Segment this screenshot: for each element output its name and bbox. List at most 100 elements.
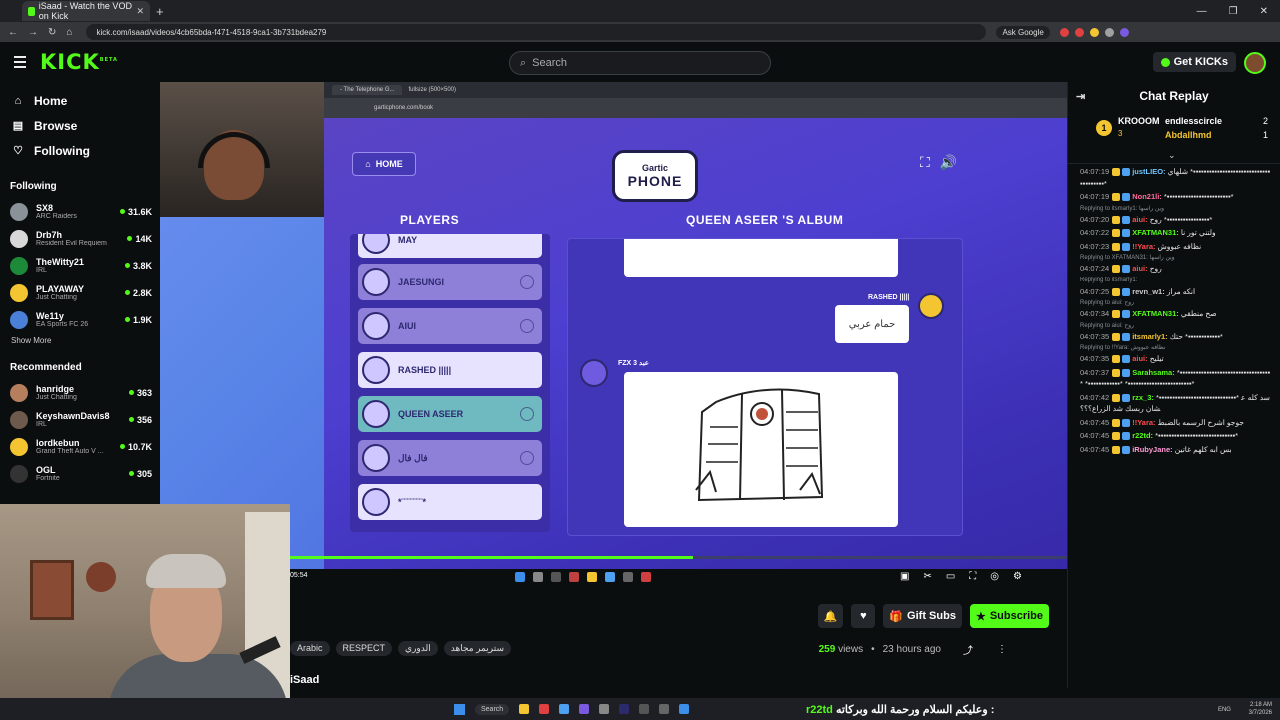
chat-username[interactable]: XFATMAN31: <box>1132 309 1179 318</box>
chat-reply-context: Replying to !!Yara: نظافه عبووش <box>1080 345 1166 351</box>
app-icon[interactable] <box>639 704 650 714</box>
live-dot-icon <box>128 471 134 476</box>
chat-username[interactable]: revn_w1: <box>1132 287 1165 296</box>
fullscreen-icon[interactable]: ⛶ <box>969 571 976 582</box>
extension-icon[interactable] <box>1074 27 1084 37</box>
settings-icon[interactable]: ⚙ <box>1013 571 1022 582</box>
windows-start-icon[interactable] <box>454 703 465 715</box>
user-avatar[interactable] <box>1244 52 1266 74</box>
video-player[interactable]: - The Telephone G... fullsize (500×500) … <box>160 82 1067 582</box>
chat-text: صح منطقي <box>1180 309 1217 318</box>
chat-username[interactable]: !!Yara: <box>1132 418 1155 427</box>
chat-username[interactable]: aiui: <box>1132 354 1147 363</box>
back-icon[interactable]: ← <box>8 27 18 38</box>
sidebar-item-browse[interactable]: ▤ Browse <box>0 113 160 138</box>
extensions <box>1059 27 1129 37</box>
sidebar-channel-following[interactable]: PLAYAWAY Just Chatting 2.8K <box>0 279 160 306</box>
more-icon[interactable]: ⋮ <box>997 644 1007 655</box>
extension-icon[interactable] <box>1089 27 1099 37</box>
sidebar-channel-following[interactable]: We11y EA Sports FC 26 1.9K <box>0 306 160 333</box>
maximize-icon[interactable]: ❐ <box>1229 6 1238 17</box>
sidebar-channel-following[interactable]: Drb7h Resident Evil Requiem 14K <box>0 225 160 252</box>
show-more-link[interactable]: Show More <box>0 333 160 348</box>
pip-icon[interactable]: ▣ <box>900 571 909 582</box>
player-row: QUEEN ASEER <box>358 396 542 432</box>
sidebar-channel-following[interactable]: TheWitty21 IRL 3.8K <box>0 252 160 279</box>
home-browser-icon[interactable]: ⌂ <box>66 27 72 38</box>
steam-icon[interactable] <box>599 704 610 714</box>
url-field[interactable]: kick.com/isaad/videos/4cb65bda-f471-4518… <box>86 24 987 40</box>
app-icon[interactable] <box>579 704 590 714</box>
close-window-icon[interactable]: ✕ <box>1260 6 1268 17</box>
chat-username[interactable]: Sarahsama: <box>1132 368 1175 377</box>
player-row: *¨¨¨¨¨¨¨* <box>358 484 542 520</box>
sidebar-channel-recommended[interactable]: OGL Fortnite 305 <box>0 460 160 487</box>
gift-icon: 🎁 <box>889 610 904 623</box>
collapse-chat-icon[interactable]: ⇥ <box>1076 90 1085 103</box>
sidebar-item-home[interactable]: ⌂ Home <box>0 88 160 113</box>
sidebar-channel-recommended[interactable]: lordkebun Grand Theft Auto V ... 10.7K <box>0 433 160 460</box>
chat-username[interactable]: !!Yara: <box>1132 242 1155 251</box>
sidebar-channel-following[interactable]: SX8 ARC Raiders 31.6K <box>0 198 160 225</box>
profile-icon[interactable] <box>1119 27 1129 37</box>
taskbar-search[interactable]: Search <box>475 703 510 715</box>
folder-icon[interactable] <box>519 704 530 714</box>
chat-username[interactable]: itsmarly1: <box>1132 332 1167 341</box>
minimize-icon[interactable]: — <box>1197 6 1207 17</box>
home-icon: ⌂ <box>365 159 371 169</box>
video-progress-bar[interactable] <box>288 556 1067 559</box>
channel-avatar <box>10 202 28 221</box>
sidebar-channel-recommended[interactable]: KeyshawnDavis8 IRL 356 <box>0 406 160 433</box>
tag-chip[interactable]: Arabic <box>290 641 330 656</box>
chat-username[interactable]: Non21li: <box>1132 192 1162 201</box>
extension-icon[interactable] <box>1059 27 1069 37</box>
fzx-name: FZX 3 عبد <box>618 360 649 367</box>
subscribe-button[interactable]: ★ Subscribe <box>969 604 1049 628</box>
sidebar-channel-recommended[interactable]: hanridge Just Chatting 363 <box>0 379 160 406</box>
chat-username[interactable]: iRubyJane: <box>1132 445 1172 454</box>
sidebar-item-following[interactable]: ♡ Following <box>0 138 160 163</box>
tag-chip[interactable]: RESPECT <box>335 641 393 656</box>
reload-icon[interactable]: ↻ <box>48 27 56 38</box>
channel-name: Drb7h <box>36 230 63 240</box>
clip-icon[interactable]: ✂ <box>923 571 931 582</box>
share-icon[interactable]: ⤴ <box>963 642 973 657</box>
notification-bell-button[interactable]: 🔔 <box>817 604 844 628</box>
close-tab-icon[interactable]: ✕ <box>136 6 144 17</box>
expand-leaderboard-icon[interactable]: ⌄ <box>1168 150 1176 161</box>
premiere-icon[interactable] <box>619 704 630 714</box>
vscode-icon[interactable] <box>679 704 690 714</box>
chat-username[interactable]: justLIEO: <box>1132 167 1165 176</box>
chat-username[interactable]: rzx_3: <box>1132 393 1154 402</box>
extension-icon[interactable] <box>1104 27 1114 37</box>
app-icon[interactable] <box>539 704 550 714</box>
chat-username[interactable]: aiui: <box>1132 215 1147 224</box>
gift-subs-button[interactable]: 🎁 Gift Subs <box>883 604 962 628</box>
tag-chip[interactable]: ستريمر مجاهد <box>443 641 511 656</box>
theater-icon[interactable]: ▭ <box>946 571 955 582</box>
tag-chip[interactable]: الدوري <box>398 641 438 656</box>
chat-username[interactable]: XFATMAN31: <box>1132 228 1179 237</box>
chat-message: 04:07:37 Sarahsama: *▪▪▪▪▪▪▪▪▪▪▪▪▪▪▪▪▪▪▪▪… <box>1080 367 1272 390</box>
chrome-icon[interactable] <box>559 704 570 714</box>
channel-category: Grand Theft Auto V ... <box>36 448 104 455</box>
app-icon[interactable] <box>659 704 670 714</box>
new-tab-icon[interactable]: + <box>156 4 164 19</box>
forward-icon[interactable]: → <box>28 27 38 38</box>
chat-username[interactable]: aiui: <box>1132 264 1147 273</box>
browser-tab[interactable]: iSaad - Watch the VOD on Kick ✕ <box>22 1 150 21</box>
ask-google-button[interactable]: Ask Google <box>996 25 1050 39</box>
menu-icon[interactable] <box>14 56 26 68</box>
quality-icon[interactable]: ◎ <box>990 571 999 582</box>
kick-logo[interactable]: KICKBETA <box>40 50 118 74</box>
channel-avatar <box>10 410 28 429</box>
get-kicks-button[interactable]: Get KICKs <box>1152 52 1236 72</box>
gartic-phone-logo: Gartic PHONE <box>612 150 698 202</box>
search-input[interactable]: ⌕ Search <box>509 51 771 75</box>
player-avatar <box>362 268 390 296</box>
follow-heart-button[interactable]: ♥ <box>851 604 876 628</box>
video-stats: 259 views • 23 hours ago ⤴ ⋮ <box>818 642 1007 657</box>
chat-reply-context: Replying to itsmarly1: <box>1080 276 1138 283</box>
chat-username[interactable]: r22td: <box>1132 431 1153 440</box>
streamer-name[interactable]: iSaad <box>290 674 319 686</box>
